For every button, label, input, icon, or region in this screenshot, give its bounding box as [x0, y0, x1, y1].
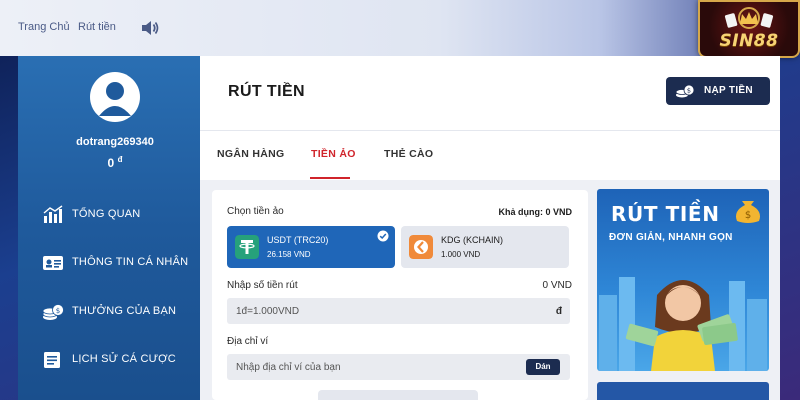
coin-option-kdg[interactable]: KDG (KCHAIN) 1.000 VND	[401, 226, 569, 268]
coin-name: KDG (KCHAIN)	[441, 235, 504, 245]
promo-banner[interactable]: RÚT TIỀN ĐƠN GIẢN, NHANH GỌN $	[597, 189, 769, 371]
wallet-address-input[interactable]	[227, 354, 570, 380]
sidebar-item-label: LỊCH SỬ CÁ CƯỢC	[72, 353, 176, 365]
profile-card-icon	[43, 256, 63, 270]
brand-logo[interactable]: SIN88	[698, 0, 800, 58]
currency-symbol: đ	[117, 155, 123, 164]
svg-text:$: $	[56, 307, 60, 315]
avatar[interactable]	[90, 72, 140, 122]
sidebar-item-profile[interactable]: THÔNG TIN CÁ NHÂN	[42, 251, 202, 275]
speaker-icon[interactable]	[140, 18, 160, 38]
coin-rate: 1.000 VND	[441, 250, 481, 259]
tab-scratch-card[interactable]: THẺ CÀO	[384, 148, 433, 160]
wallet-address-label: Địa chỉ ví	[227, 336, 269, 347]
promo-title: RÚT TIỀN	[611, 202, 720, 226]
coins-icon: $	[42, 304, 64, 320]
promo-illustration	[599, 277, 767, 371]
coin-option-usdt[interactable]: USDT (TRC20) 26.158 VND	[227, 226, 395, 268]
sidebar: dotrang269340 0 đ TỔNG QUAN THÔNG TIN CÁ…	[18, 56, 200, 400]
username: dotrang269340	[76, 136, 154, 148]
amount-unit: đ	[555, 306, 562, 317]
paste-button[interactable]: Dán	[526, 359, 560, 375]
money-bag-icon: $	[736, 201, 760, 223]
breadcrumb-current: Rút tiền	[78, 21, 116, 33]
history-icon	[44, 352, 60, 368]
active-tab-indicator	[310, 177, 350, 179]
user-avatar-icon	[91, 73, 139, 121]
submit-button[interactable]	[318, 390, 478, 400]
sidebar-item-label: TỔNG QUAN	[72, 208, 141, 220]
tab-crypto[interactable]: TIỀN ẢO	[311, 148, 356, 160]
choose-coin-label: Chọn tiền ảo	[227, 206, 284, 217]
promo-subtitle: ĐƠN GIẢN, NHANH GỌN	[609, 232, 733, 243]
sidebar-item-label: THƯỞNG CỦA BẠN	[72, 305, 177, 317]
deposit-button-label: NẠP TIỀN	[704, 85, 753, 96]
header-divider	[200, 130, 780, 131]
sidebar-item-bet-history[interactable]: LỊCH SỬ CÁ CƯỢC	[42, 348, 202, 372]
page-title: RÚT TIỀN	[228, 83, 305, 100]
coins-icon: $	[675, 84, 695, 98]
coin-name: USDT (TRC20)	[267, 235, 329, 245]
tether-icon	[235, 235, 259, 259]
deposit-button[interactable]: $ NẠP TIỀN	[666, 77, 770, 105]
amount-value: 0 VND	[542, 280, 572, 291]
svg-text:$: $	[687, 87, 691, 95]
balance: 0 đ	[18, 155, 212, 170]
crown-icon	[724, 7, 774, 29]
sidebar-item-label: THÔNG TIN CÁ NHÂN	[72, 256, 189, 268]
kchain-icon	[409, 235, 433, 259]
amount-input[interactable]	[227, 298, 570, 324]
chart-icon	[43, 205, 63, 223]
top-bar: Trang Chủ Rút tiền	[0, 0, 800, 56]
secondary-banner[interactable]	[597, 382, 769, 400]
balance-value: 0	[107, 156, 115, 170]
tab-bank[interactable]: NGÂN HÀNG	[217, 148, 284, 160]
logo-text: SIN88	[719, 31, 779, 51]
coin-rate: 26.158 VND	[267, 250, 311, 259]
sidebar-item-rewards[interactable]: $ THƯỞNG CỦA BẠN	[42, 300, 202, 324]
check-icon	[377, 230, 389, 242]
available-balance: Khả dụng: 0 VND	[498, 207, 573, 217]
withdraw-form: Chọn tiền ảo Khả dụng: 0 VND USDT (TRC20…	[212, 190, 588, 400]
sidebar-item-overview[interactable]: TỔNG QUAN	[42, 203, 202, 227]
amount-label: Nhập số tiền rút	[227, 280, 298, 291]
breadcrumb-home[interactable]: Trang Chủ	[18, 21, 70, 33]
svg-text:$: $	[745, 210, 751, 221]
